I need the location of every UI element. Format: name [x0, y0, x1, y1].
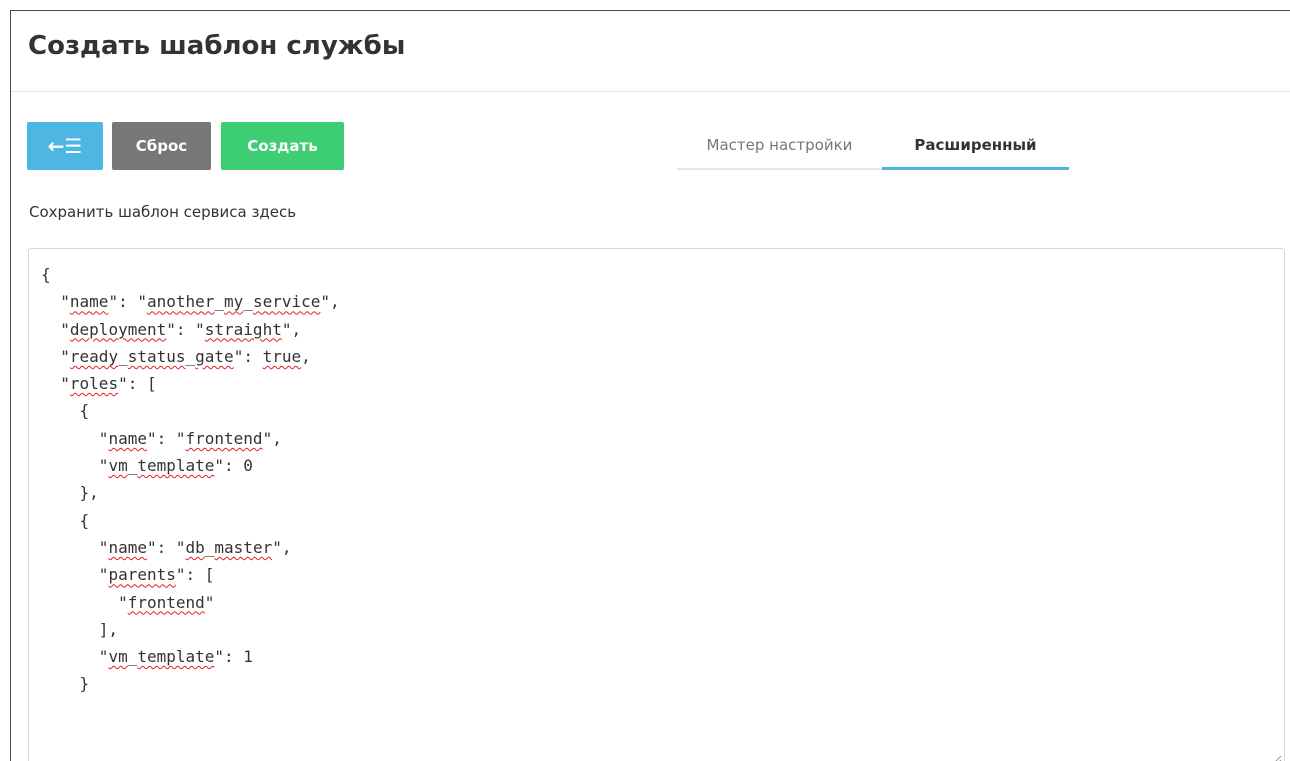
- tab-wizard[interactable]: Мастер настройки: [677, 122, 882, 168]
- create-button[interactable]: Создать: [221, 122, 344, 170]
- back-to-list-icon: ←☰: [47, 134, 83, 158]
- template-json-textarea[interactable]: { "name": "another_my_service", "deploym…: [29, 249, 1284, 698]
- back-to-list-button[interactable]: ←☰: [27, 122, 103, 170]
- reset-button[interactable]: Сброс: [112, 122, 211, 170]
- mode-tabs: Мастер настройки Расширенный: [677, 122, 1069, 170]
- page-title: Создать шаблон службы: [28, 31, 406, 61]
- template-editor[interactable]: { "name": "another_my_service", "deploym…: [28, 248, 1285, 761]
- tab-advanced[interactable]: Расширенный: [882, 122, 1069, 170]
- main-panel: Создать шаблон службы ←☰ Сброс Создать М…: [10, 10, 1290, 761]
- resize-handle-icon[interactable]: [1270, 753, 1282, 761]
- page-header: Создать шаблон службы: [11, 11, 1290, 92]
- helper-text: Сохранить шаблон сервиса здесь: [29, 203, 297, 221]
